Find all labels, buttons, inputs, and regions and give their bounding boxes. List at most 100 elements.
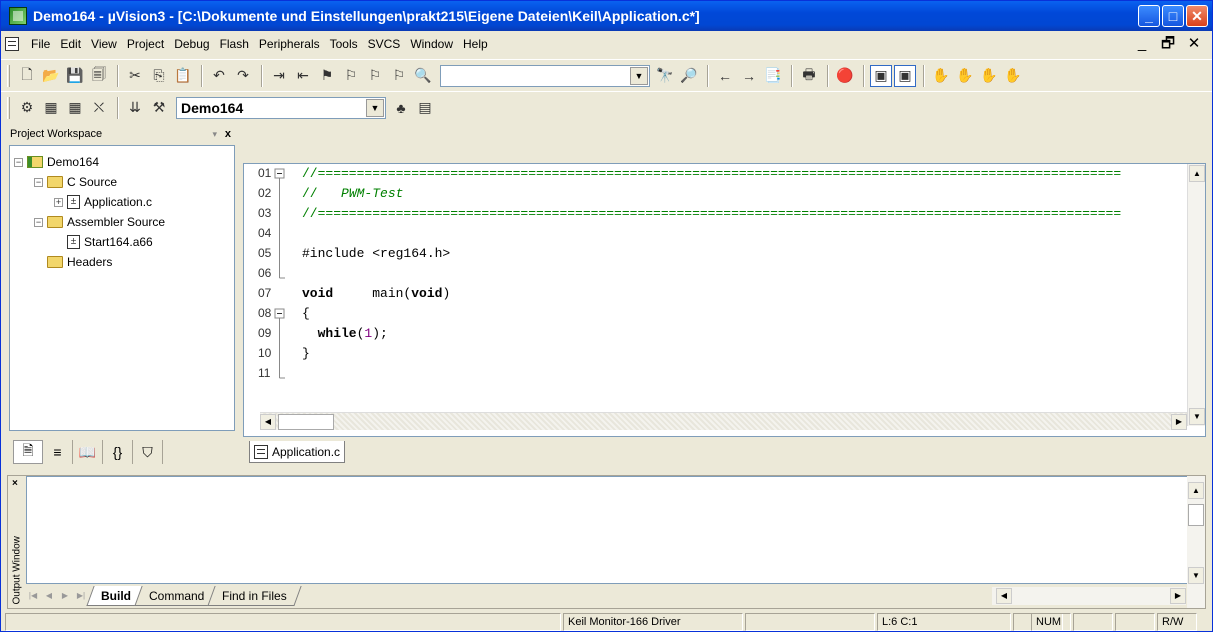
- bookmark-next-icon[interactable]: ⚐: [340, 65, 362, 87]
- first-tab-icon[interactable]: |◀: [26, 589, 40, 603]
- prev-tab-icon[interactable]: ◀: [42, 589, 56, 603]
- breakpoint-kill-all-icon[interactable]: ✋: [1002, 65, 1024, 87]
- tab-application-c[interactable]: Application.c: [249, 441, 346, 463]
- tab-find-in-files[interactable]: Find in Files: [207, 586, 302, 606]
- code-editor[interactable]: 01 02 03 04 05 06 07 08 09 10 11 //=====…: [243, 163, 1206, 437]
- menu-debug[interactable]: Debug: [170, 37, 213, 51]
- editor-vertical-scrollbar[interactable]: ▲ ▼: [1187, 164, 1205, 426]
- breakpoint-enable-icon[interactable]: ✋: [954, 65, 976, 87]
- menu-file[interactable]: File: [27, 37, 54, 51]
- chevron-down-icon[interactable]: ▼: [630, 66, 648, 85]
- find-in-files-icon[interactable]: 🔭: [654, 65, 676, 87]
- editor-horizontal-scrollbar[interactable]: ◀ ▶: [260, 412, 1187, 430]
- navigate-back-icon[interactable]: ←: [714, 65, 736, 87]
- tab-books[interactable]: 📖: [73, 440, 103, 464]
- menu-tools[interactable]: Tools: [326, 37, 362, 51]
- tree-node-label[interactable]: Demo164: [47, 155, 99, 169]
- tree-node-assembler-source[interactable]: − Assembler Source: [14, 212, 230, 232]
- menu-view[interactable]: View: [87, 37, 121, 51]
- collapse-icon[interactable]: −: [34, 217, 43, 227]
- tab-functions[interactable]: {}: [103, 440, 133, 464]
- tab-registers[interactable]: ≡: [43, 440, 73, 464]
- scroll-thumb[interactable]: [278, 414, 334, 430]
- find-combobox[interactable]: ▼: [440, 64, 650, 87]
- output-window-icon[interactable]: ▣: [894, 64, 916, 87]
- browse-icon[interactable]: 📑: [762, 65, 784, 87]
- code-area[interactable]: //======================================…: [302, 164, 1187, 409]
- bookmark-toggle-icon[interactable]: ⚑: [316, 65, 338, 87]
- target-select[interactable]: Demo164 ▼: [176, 96, 386, 119]
- save-icon[interactable]: 💾: [64, 65, 86, 87]
- components-icon[interactable]: ♣: [390, 97, 412, 119]
- breakpoint-insert-icon[interactable]: ✋: [930, 65, 952, 87]
- scroll-down-icon[interactable]: ▼: [1189, 408, 1205, 425]
- scroll-left-icon[interactable]: ◀: [260, 414, 276, 430]
- document-icon[interactable]: [5, 37, 19, 51]
- workspace-window-icon[interactable]: ▣: [870, 64, 892, 87]
- output-close-button[interactable]: ×: [12, 478, 18, 489]
- target-options-icon[interactable]: ⚒: [148, 97, 170, 119]
- mdi-restore-button[interactable]: 🗗: [1156, 34, 1180, 54]
- menu-help[interactable]: Help: [459, 37, 492, 51]
- tree-node-label[interactable]: C Source: [67, 175, 117, 189]
- collapse-icon[interactable]: −: [34, 177, 43, 187]
- debug-session-icon[interactable]: 🔴: [834, 65, 856, 87]
- minimize-button[interactable]: _: [1138, 5, 1160, 27]
- translate-icon[interactable]: ⚙: [16, 97, 38, 119]
- last-tab-icon[interactable]: ▶|: [74, 589, 88, 603]
- scroll-up-icon[interactable]: ▲: [1188, 482, 1204, 499]
- cut-icon[interactable]: ✂: [124, 65, 146, 87]
- indent-icon[interactable]: ⇥: [268, 65, 290, 87]
- mdi-close-button[interactable]: ✕: [1182, 34, 1206, 54]
- print-icon[interactable]: 🖶: [798, 65, 820, 87]
- incremental-find-icon[interactable]: 🔎: [678, 65, 700, 87]
- menu-svcs[interactable]: SVCS: [364, 37, 405, 51]
- tree-node-application-c[interactable]: + ± Application.c: [14, 192, 230, 212]
- bookmark-clear-icon[interactable]: ⚐: [388, 65, 410, 87]
- download-icon[interactable]: ⇊: [124, 97, 146, 119]
- tree-node-label[interactable]: Application.c: [84, 195, 152, 209]
- close-button[interactable]: ✕: [1186, 5, 1208, 27]
- navigate-forward-icon[interactable]: →: [738, 65, 760, 87]
- redo-icon[interactable]: ↷: [232, 65, 254, 87]
- menu-edit[interactable]: Edit: [56, 37, 85, 51]
- toolbar-grip[interactable]: [7, 64, 10, 87]
- build-target-icon[interactable]: ▦: [40, 97, 62, 119]
- chevron-down-icon[interactable]: ▼: [366, 98, 384, 117]
- tree-node-root[interactable]: − Demo164: [14, 152, 230, 172]
- bookmark-prev-icon[interactable]: ⚐: [364, 65, 386, 87]
- books-icon[interactable]: ▤: [414, 97, 436, 119]
- tab-files[interactable]: 🗎: [13, 440, 43, 464]
- open-file-icon[interactable]: 📂: [40, 65, 62, 87]
- next-tab-icon[interactable]: ▶: [58, 589, 72, 603]
- menu-project[interactable]: Project: [123, 37, 168, 51]
- toolbar-grip[interactable]: [7, 96, 10, 119]
- tree-node-label[interactable]: Headers: [67, 255, 112, 269]
- output-horizontal-scrollbar[interactable]: ◀ ▶: [992, 587, 1186, 605]
- stop-build-icon[interactable]: ⛌: [88, 97, 110, 119]
- menu-flash[interactable]: Flash: [216, 37, 253, 51]
- undo-icon[interactable]: ↶: [208, 65, 230, 87]
- menu-window[interactable]: Window: [406, 37, 457, 51]
- new-file-icon[interactable]: 🗋: [16, 65, 38, 87]
- output-text-area[interactable]: [26, 476, 1189, 584]
- tree-node-label[interactable]: Assembler Source: [67, 215, 165, 229]
- workspace-dropdown-icon[interactable]: ▾: [212, 125, 217, 143]
- scroll-right-icon[interactable]: ▶: [1171, 414, 1187, 430]
- scroll-right-icon[interactable]: ▶: [1170, 588, 1186, 604]
- scroll-up-icon[interactable]: ▲: [1189, 165, 1205, 182]
- menu-peripherals[interactable]: Peripherals: [255, 37, 324, 51]
- tab-templates[interactable]: ⛉: [133, 440, 163, 464]
- title-bar[interactable]: Demo164 - µVision3 - [C:\Dokumente und E…: [1, 1, 1212, 31]
- output-vertical-scrollbar[interactable]: ▲ ▼: [1187, 476, 1205, 608]
- copy-icon[interactable]: ⎘: [148, 65, 170, 87]
- paste-icon[interactable]: 📋: [172, 65, 194, 87]
- tree-node-start164[interactable]: ± Start164.a66: [14, 232, 230, 252]
- expand-icon[interactable]: +: [54, 197, 63, 207]
- mdi-minimize-button[interactable]: _: [1130, 34, 1154, 54]
- rebuild-all-icon[interactable]: ▦: [64, 97, 86, 119]
- tab-command[interactable]: Command: [134, 586, 219, 606]
- fold-markers[interactable]: [274, 164, 288, 394]
- unindent-icon[interactable]: ⇤: [292, 65, 314, 87]
- tree-node-c-source[interactable]: − C Source: [14, 172, 230, 192]
